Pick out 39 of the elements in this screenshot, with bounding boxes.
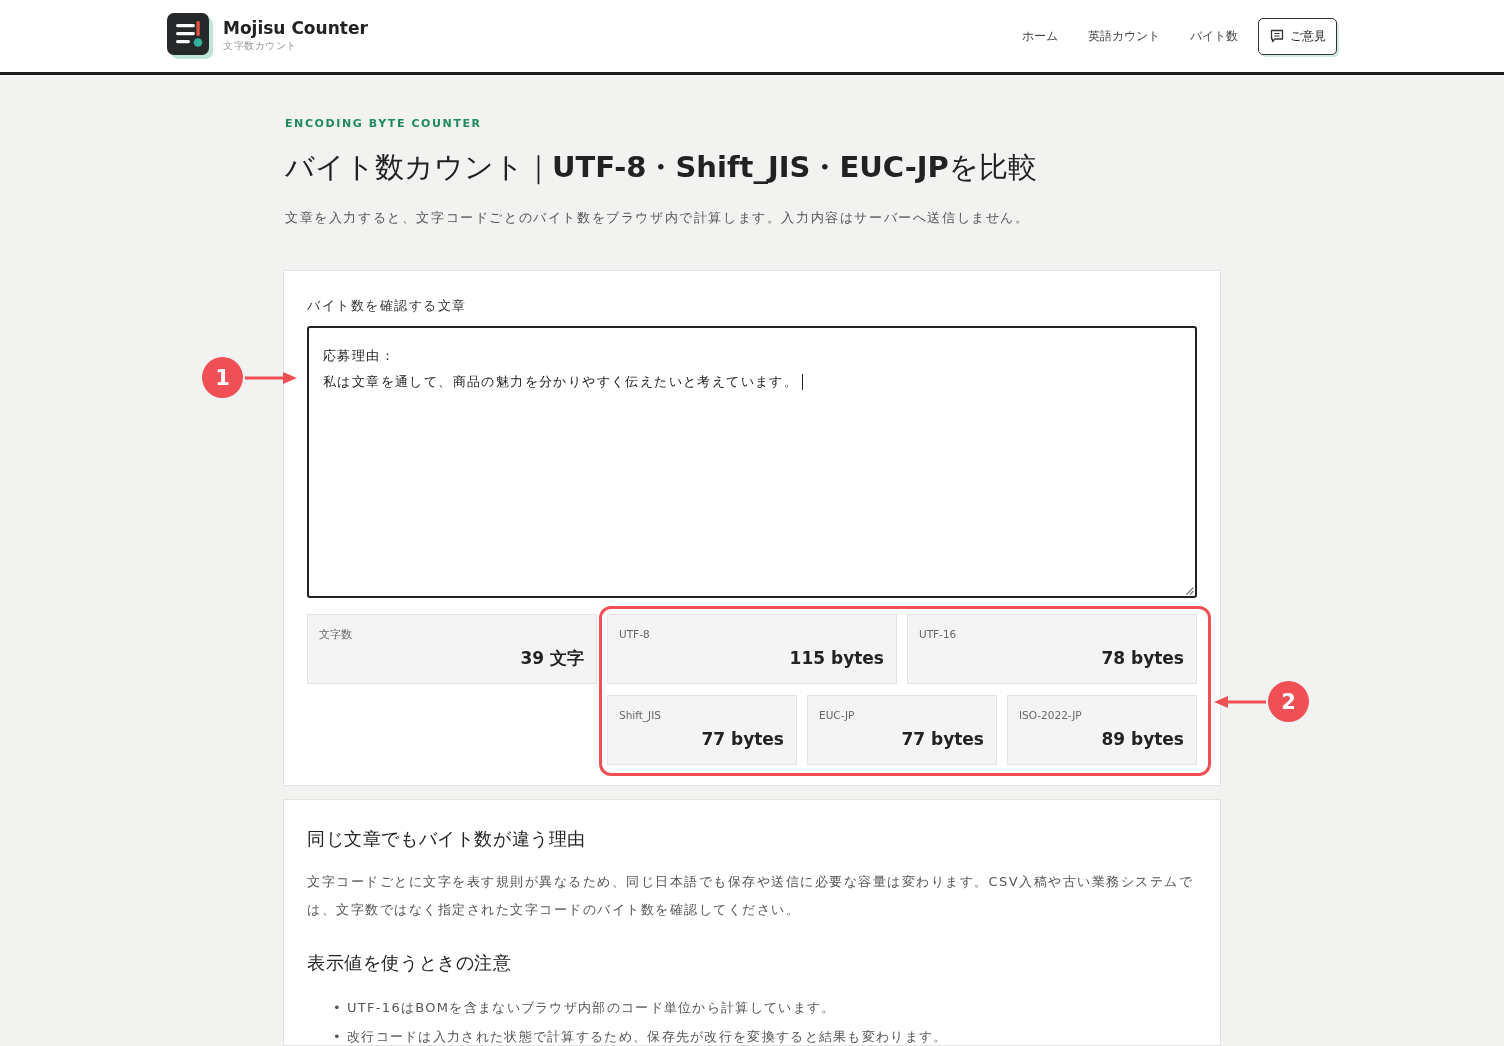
stat-label: UTF-8 [619,627,651,641]
logo-icon [167,13,213,59]
list-item: 改行コードは入力された状態で計算するため、保存先が改行を変換すると結果も変わります。 [347,1027,948,1045]
page-description: 文章を入力すると、文字コードごとのバイト数をブラウザ内で計算します。入力内容はサーバーへ送信しません。 [285,209,1031,227]
site-subtitle: 文字数カウント [223,38,297,52]
nav-link[interactable]: 英語カウント [1073,23,1175,49]
input-text: 私は文章を通して、商品の魅力を分かりやすく伝えたいと考えています。 [323,373,799,391]
stat-value: 89 bytes [1100,728,1184,750]
section-paragraph: 文字コードごとに文字を表す規則が異なるため、同じ日本語でも保存や送信に必要な容量は変わります。CSV入稿や古い業務システムでは、文字数ではなく指定された文字コードのバイト数を確認してください。 [307,873,1195,919]
stat-label: UTF-16 [919,627,958,641]
arrow-icon [245,370,297,385]
section-heading: 表示値を使うときの注意 [307,951,513,975]
callout-number: 1 [202,357,243,398]
input-text: 応募理由： [323,347,395,365]
resize-grip-icon[interactable] [1184,585,1194,595]
eyebrow-label: ENCODING BYTE COUNTER [285,117,483,131]
stat-label: EUC-JP [819,708,856,722]
stat-value: 115 bytes [788,647,884,669]
message-icon [1270,29,1284,43]
stat-label: 文字数 [319,627,353,641]
text-input[interactable]: 応募理由： 私は文章を通して、商品の魅力を分かりやすく伝えたいと考えています。 [307,326,1197,598]
stat-value: 77 bytes [700,728,784,750]
list-bullet: • [333,998,342,1017]
callout-number: 2 [1268,681,1309,722]
section-heading: 同じ文章でもバイト数が違う理由 [307,827,587,851]
feedback-button[interactable]: ご意見 [1258,17,1337,55]
page-title: バイト数カウント｜UTF-8・Shift_JIS・EUC-JPを比較 [285,149,1038,186]
stat-label: Shift_JIS [619,708,662,722]
stat-value: 78 bytes [1100,647,1184,669]
list-item: UTF-16はBOMを含まないブラウザ内部のコード単位から計算しています。 [347,998,836,1017]
stat-value: 39 文字 [519,647,584,669]
list-bullet: • [333,1027,342,1045]
nav-link[interactable]: ホーム [1007,23,1073,49]
nav-link[interactable]: バイト数 [1175,23,1253,49]
stat-value: 77 bytes [900,728,984,750]
site-title: Mojisu Counter [223,16,368,39]
field-label: バイト数を確認する文章 [307,297,468,315]
arrow-icon [1214,694,1266,709]
stat-label: ISO-2022-JP [1019,708,1083,722]
